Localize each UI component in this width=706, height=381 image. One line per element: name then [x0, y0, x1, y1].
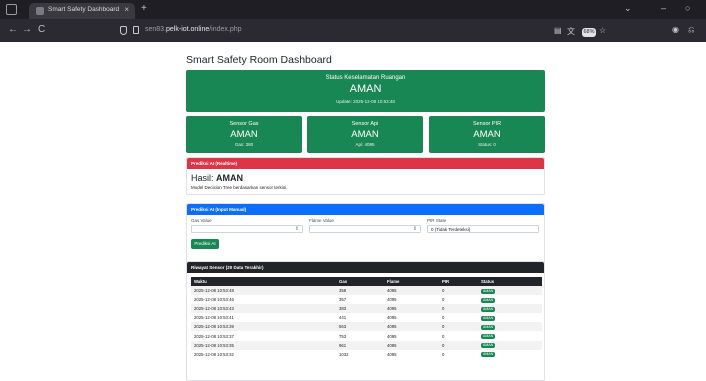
- table-row: 2025-12-08 10:53:48 358 4095 0 AMAN: [191, 286, 542, 296]
- status-badge: AMAN: [481, 306, 496, 312]
- pir-sensor-card: Sensor PIR AMAN Status: 0: [429, 116, 545, 153]
- col-gas: Gas: [336, 277, 384, 286]
- ai-realtime-card: Prediksi AI (Realtime) Hasil: AMAN Model…: [186, 157, 545, 195]
- sensor-label: Sensor Api: [351, 121, 379, 127]
- status-badge: AMAN: [481, 352, 496, 358]
- browser-tab-bar: Smart Safety Dashboard × + ⌄ – ○: [0, 0, 706, 19]
- translate-icon[interactable]: 文: [567, 26, 575, 37]
- room-status-card: Status Keselamatan Ruangan AMAN Update: …: [186, 70, 545, 112]
- ai-result-value: AMAN: [216, 173, 244, 183]
- forward-icon[interactable]: →: [22, 24, 32, 35]
- col-waktu: Waktu: [191, 277, 336, 286]
- browser-nav-bar: ← → C sen83.pelk-iot.online/index.php ▤ …: [0, 19, 706, 42]
- zoom-level-badge[interactable]: 68%: [582, 28, 596, 37]
- minimize-icon[interactable]: –: [661, 3, 666, 13]
- status-badge: AMAN: [481, 297, 496, 303]
- browser-tab[interactable]: Smart Safety Dashboard ×: [29, 3, 135, 19]
- sensor-reading: Api: 4095: [355, 142, 375, 147]
- address-bar[interactable]: sen83.pelk-iot.online/index.php ▤ 文 ☆: [114, 23, 654, 38]
- table-row: 2025-12-08 10:53:39 563 4095 0 AMAN: [191, 322, 542, 332]
- gas-sensor-card: Sensor Gas AMAN Gas: 380: [186, 116, 302, 153]
- sensor-value: AMAN: [230, 129, 258, 140]
- table-row: 2025-12-08 10:53:37 753 4095 0 AMAN: [194, 333, 496, 340]
- bookmark-star-icon[interactable]: ☆: [599, 26, 606, 35]
- extensions-icon[interactable]: ⎌: [688, 25, 694, 35]
- gas-value-input[interactable]: ⇕: [191, 225, 303, 233]
- lock-icon[interactable]: [133, 26, 139, 34]
- col-status: Status: [478, 277, 542, 286]
- sensor-history-card: Riwayat Sensor (20 Data Terakhir) Waktu …: [186, 261, 545, 381]
- sensor-value: AMAN: [351, 129, 379, 140]
- back-icon[interactable]: ←: [8, 24, 18, 35]
- sensor-value: AMAN: [473, 129, 501, 140]
- status-badge: AMAN: [481, 288, 496, 294]
- ai-manual-header: Prediksi AI (Input Manual): [187, 204, 544, 215]
- spinner-icon[interactable]: ⇕: [413, 226, 417, 233]
- flame-value-input[interactable]: ⇕: [309, 225, 421, 233]
- history-table: Waktu Gas Flame PIR Status 2025-12-08 10…: [191, 277, 542, 359]
- pir-selected-value: 0 (Tidak Terdeteksi): [431, 227, 471, 232]
- table-row: 2025-12-08 10:53:35 961 4095 0 AMAN: [191, 340, 542, 350]
- tab-list-dropdown-icon[interactable]: ⌄: [624, 3, 632, 14]
- restore-icon[interactable]: ○: [685, 3, 690, 13]
- sensor-reading: Status: 0: [478, 142, 496, 147]
- tab-favicon-icon: [36, 7, 44, 15]
- status-badge: AMAN: [481, 343, 496, 349]
- status-badge: AMAN: [481, 334, 496, 340]
- status-badge: AMAN: [481, 315, 496, 321]
- new-tab-icon[interactable]: +: [141, 3, 147, 14]
- pir-field-label: PIR State: [427, 218, 447, 223]
- flame-sensor-card: Sensor Api AMAN Api: 4095: [307, 116, 423, 153]
- status-label: Status Keselamatan Ruangan: [325, 75, 406, 81]
- pir-state-select[interactable]: 0 (Tidak Terdeteksi): [427, 225, 539, 233]
- tab-title: Smart Safety Dashboard: [48, 6, 120, 13]
- ai-realtime-header: Prediksi AI (Realtime): [187, 158, 544, 169]
- tracking-protection-icon[interactable]: [120, 26, 127, 35]
- sensor-reading: Gas: 380: [234, 142, 254, 147]
- tab-overview-icon[interactable]: [6, 4, 17, 15]
- col-pir: PIR: [439, 277, 478, 286]
- sensor-label: Sensor PIR: [472, 121, 502, 127]
- status-updated: Update: 2025-12-08 10:53:48: [336, 99, 395, 104]
- col-flame: Flame: [384, 277, 439, 286]
- table-row: 2025-12-08 10:53:46 357 4095 0 AMAN: [194, 297, 496, 303]
- history-header: Riwayat Sensor (20 Data Terakhir): [187, 262, 544, 273]
- table-row: 2025-12-08 10:53:32 1032 4095 0 AMAN: [194, 351, 496, 358]
- page-title: Smart Safety Room Dashboard: [186, 54, 332, 66]
- spinner-icon[interactable]: ⇕: [295, 226, 299, 233]
- tab-close-icon[interactable]: ×: [124, 5, 129, 14]
- table-header-row: Waktu Gas Flame PIR Status: [191, 277, 542, 286]
- reload-icon[interactable]: C: [38, 24, 45, 35]
- sensor-label: Sensor Gas: [229, 121, 259, 127]
- reader-view-icon[interactable]: ▤: [554, 26, 562, 35]
- ai-description: Model Decision Tree berdasarkan sensor t…: [191, 185, 288, 190]
- predict-ai-button[interactable]: Prediksi AI: [191, 239, 219, 249]
- status-value: AMAN: [349, 83, 382, 95]
- gas-field-label: Gas Value: [191, 218, 212, 223]
- url-text: sen83.pelk-iot.online/index.php: [145, 26, 242, 33]
- table-row: 2025-12-08 10:53:43 383 4095 0 AMAN: [191, 304, 542, 314]
- account-icon[interactable]: ◉: [672, 25, 679, 34]
- flame-field-label: Flame Value: [309, 218, 334, 223]
- status-badge: AMAN: [481, 324, 496, 330]
- table-row: 2025-12-08 10:53:41 441 4095 0 AMAN: [194, 315, 496, 321]
- ai-result: Hasil: AMAN: [191, 173, 244, 183]
